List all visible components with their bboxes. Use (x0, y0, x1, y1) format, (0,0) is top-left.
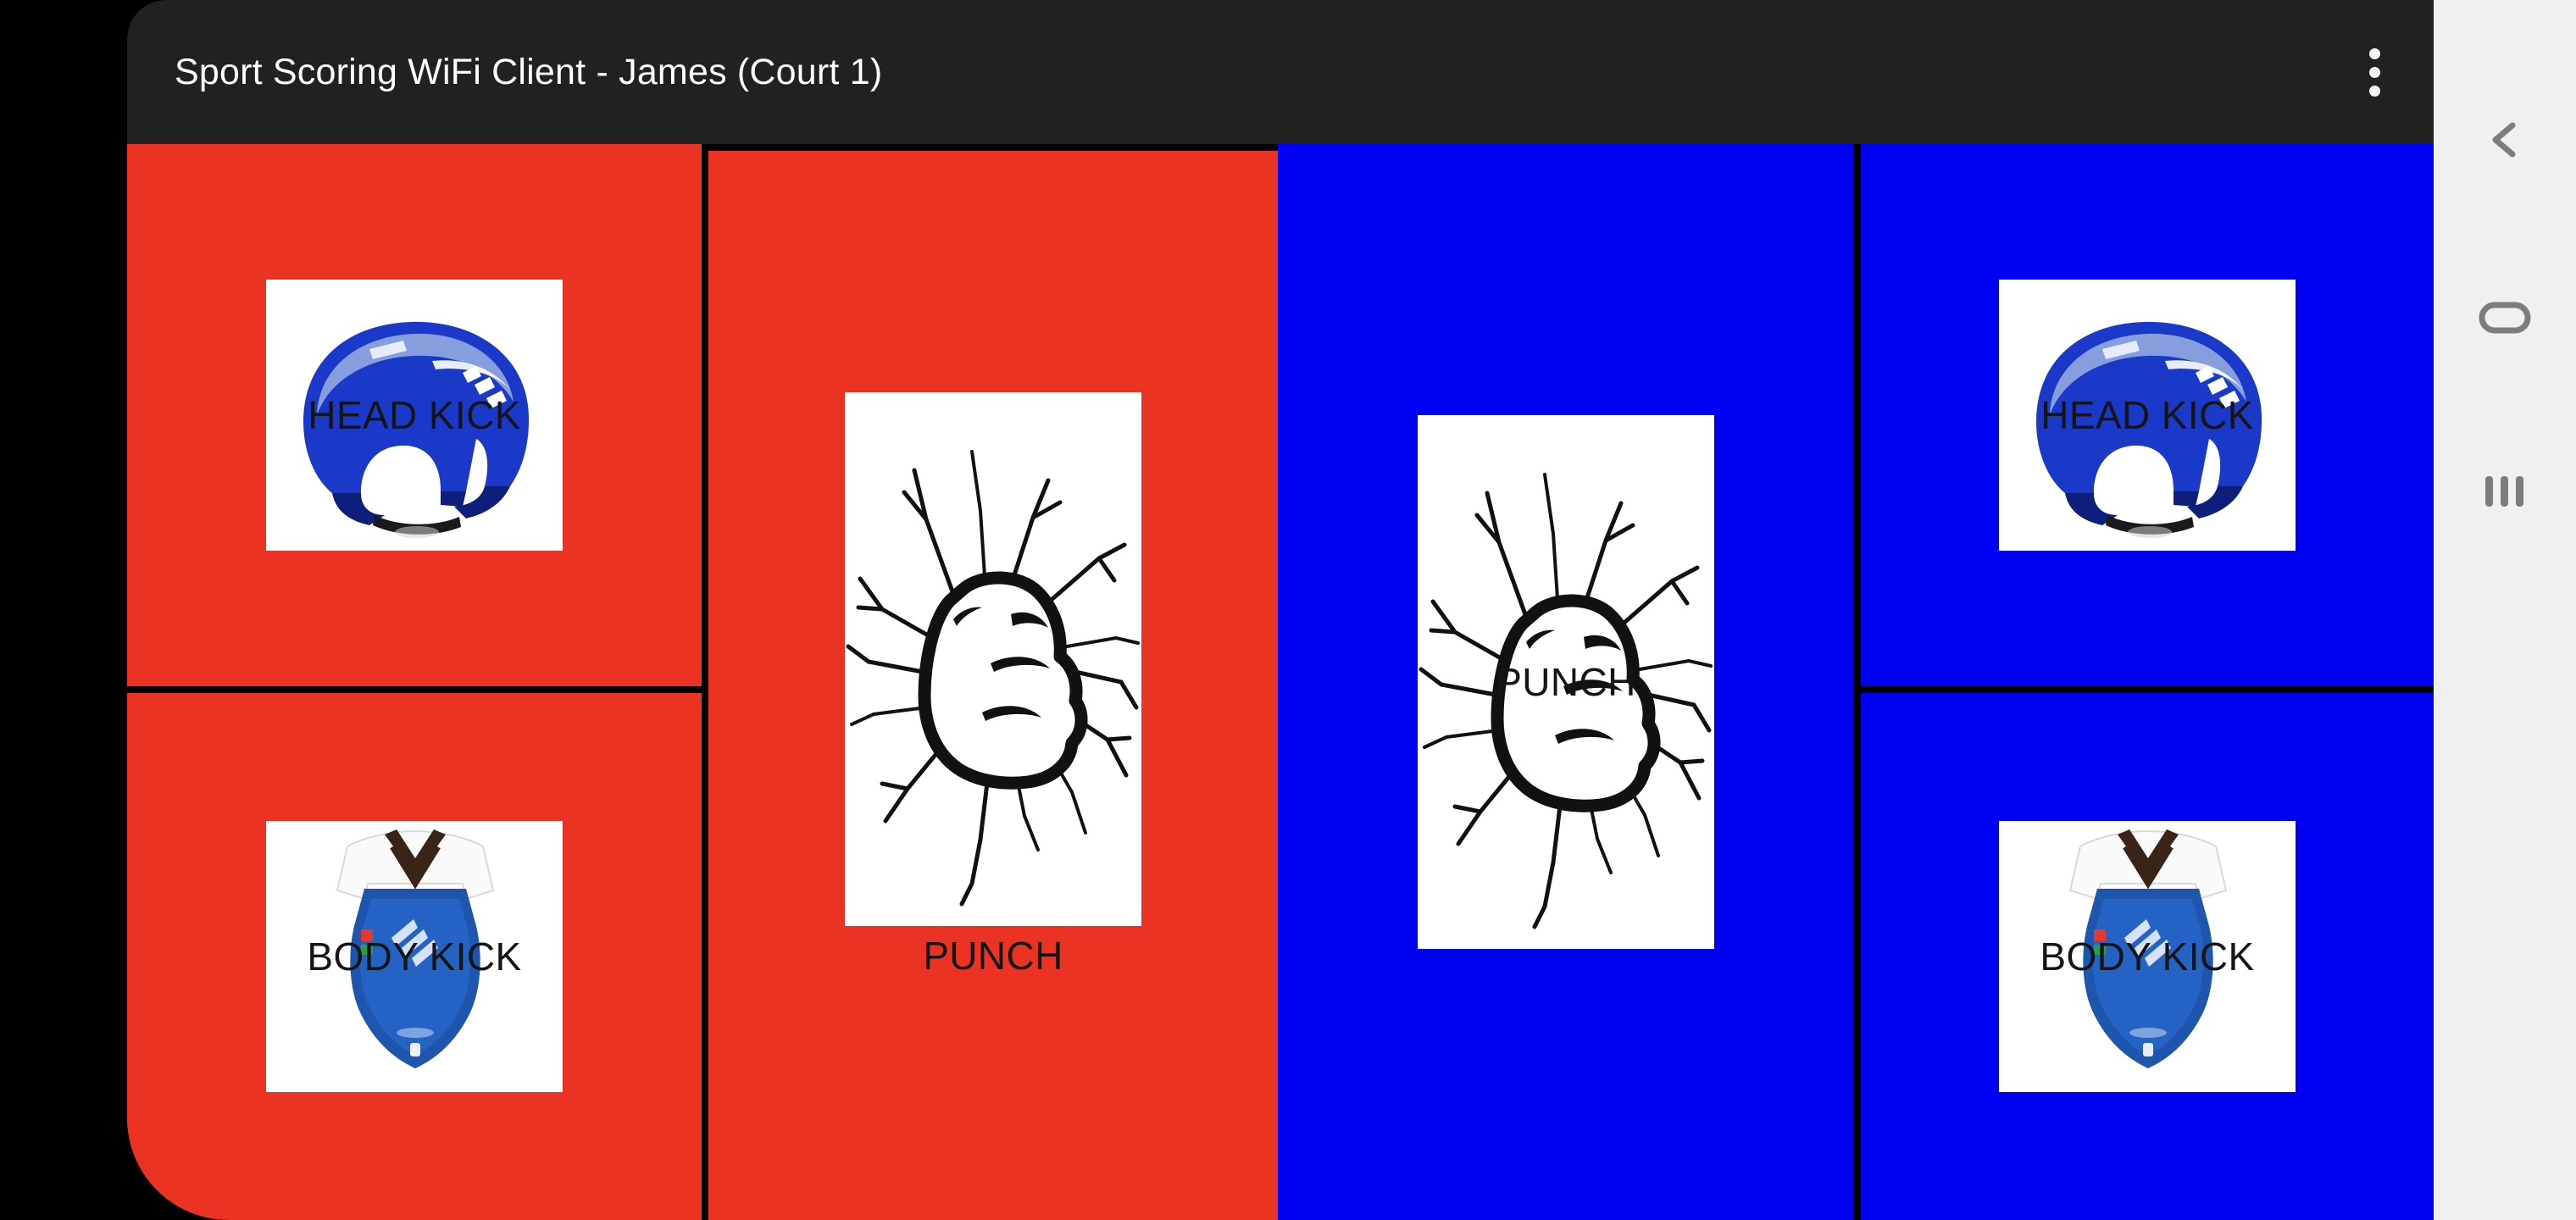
red-punch-content: PUNCH (845, 392, 1141, 979)
score-button-label: PUNCH (923, 934, 1063, 978)
nav-back-button[interactable] (2434, 89, 2576, 191)
score-button-red-punch[interactable]: PUNCH (708, 144, 1278, 1220)
more-vert-icon[interactable] (2334, 25, 2415, 119)
score-button-red-head-kick[interactable]: HEAD KICK (127, 144, 702, 686)
score-button-red-body-kick[interactable]: BODY KICK (127, 693, 702, 1220)
fist-image-tile: PUNCH (1418, 415, 1714, 949)
chest-protector-icon (266, 821, 563, 1092)
headguard-image-tile: HEAD KICK (1999, 280, 2296, 551)
chevron-left-icon (2480, 115, 2529, 164)
chest-protector-icon (1999, 821, 2296, 1092)
score-button-blue-punch[interactable]: PUNCH (1278, 144, 1854, 1220)
more-vert-dot (2368, 66, 2380, 78)
app-bar-title: Sport Scoring WiFi Client - James (Court… (175, 51, 883, 92)
device-screen: Sport Scoring WiFi Client - James (Court… (0, 0, 2576, 1220)
app-window: Sport Scoring WiFi Client - James (Court… (127, 0, 2434, 1220)
scoring-grid: HEAD KICK BODY KICK PUNCH PUNCH HEAD KIC… (127, 144, 2434, 1220)
fist-image-tile (845, 392, 1141, 926)
chest-protector-image-tile: BODY KICK (266, 821, 563, 1092)
chest-protector-image-tile: BODY KICK (1999, 821, 2296, 1092)
fist-through-wall-icon (845, 392, 1141, 926)
app-bar: Sport Scoring WiFi Client - James (Court… (127, 0, 2434, 144)
headguard-icon (1999, 280, 2296, 551)
more-vert-dot (2368, 85, 2380, 97)
fist-through-wall-icon (1418, 415, 1714, 949)
headguard-image-tile: HEAD KICK (266, 280, 563, 551)
system-navigation-bar (2434, 0, 2576, 1220)
headguard-icon (266, 280, 563, 551)
nav-recents-button[interactable] (2434, 441, 2576, 542)
nav-home-button[interactable] (2434, 267, 2576, 369)
home-rounded-rect-icon (2479, 301, 2531, 335)
score-button-blue-head-kick[interactable]: HEAD KICK (1861, 144, 2434, 686)
score-button-blue-body-kick[interactable]: BODY KICK (1861, 693, 2434, 1220)
recents-bars-icon (2480, 471, 2529, 512)
more-vert-dot (2368, 47, 2380, 59)
